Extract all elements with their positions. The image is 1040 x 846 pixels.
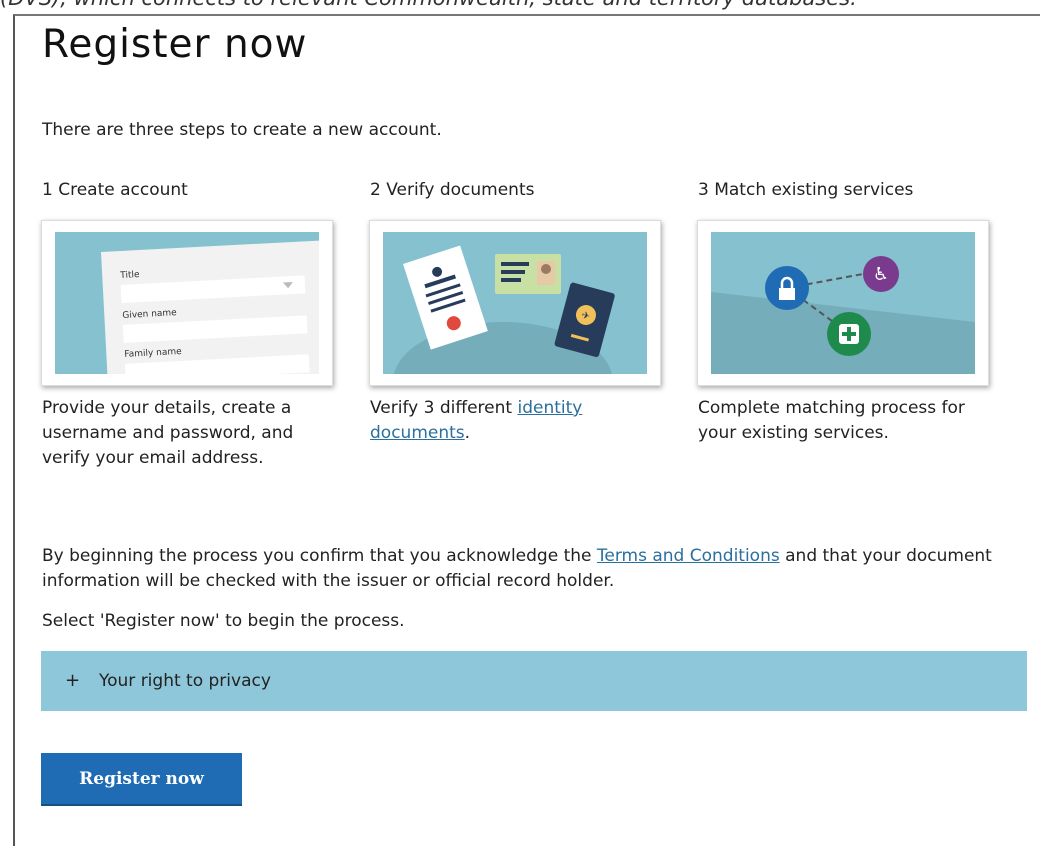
id-card-icon — [495, 254, 561, 294]
step-1-title: 1 Create account — [42, 180, 188, 200]
instruction-text: Select 'Register now' to begin the proce… — [42, 611, 405, 631]
step-2-title: 2 Verify documents — [370, 180, 535, 200]
privacy-accordion-label: Your right to privacy — [99, 671, 271, 691]
create-account-illustration: Title Given name Family name — [55, 232, 319, 374]
step-2-description: Verify 3 different identity documents. — [370, 396, 670, 446]
match-services-illustration: ♿ — [711, 232, 975, 374]
top-truncated-text: (DVS), which connects to relevant Common… — [0, 0, 1040, 10]
terms-and-conditions-link[interactable]: Terms and Conditions — [597, 546, 780, 566]
plus-icon: + — [65, 670, 81, 691]
terms-text: By beginning the process you confirm tha… — [42, 544, 1022, 594]
step-1-card: Title Given name Family name — [41, 220, 333, 386]
terms-prefix: By beginning the process you confirm tha… — [42, 546, 597, 566]
step-1-description: Provide your details, create a username … — [42, 398, 294, 468]
step-2-description-prefix: Verify 3 different — [370, 398, 518, 418]
verify-documents-illustration: ✈ — [383, 232, 647, 374]
field-label-title: Title — [119, 270, 140, 281]
step-2-description-suffix: . — [464, 423, 471, 443]
intro-text: There are three steps to create a new ac… — [42, 120, 442, 140]
step-2-card: ✈ — [369, 220, 661, 386]
step-3-card: ♿ — [697, 220, 989, 386]
register-now-button[interactable]: Register now — [41, 753, 242, 804]
privacy-accordion[interactable]: + Your right to privacy — [41, 651, 1027, 711]
svg-text:♿: ♿ — [873, 264, 889, 285]
page-title: Register now — [42, 22, 308, 67]
step-3-title: 3 Match existing services — [698, 180, 914, 200]
step-3-description: Complete matching process for your exist… — [698, 398, 965, 443]
